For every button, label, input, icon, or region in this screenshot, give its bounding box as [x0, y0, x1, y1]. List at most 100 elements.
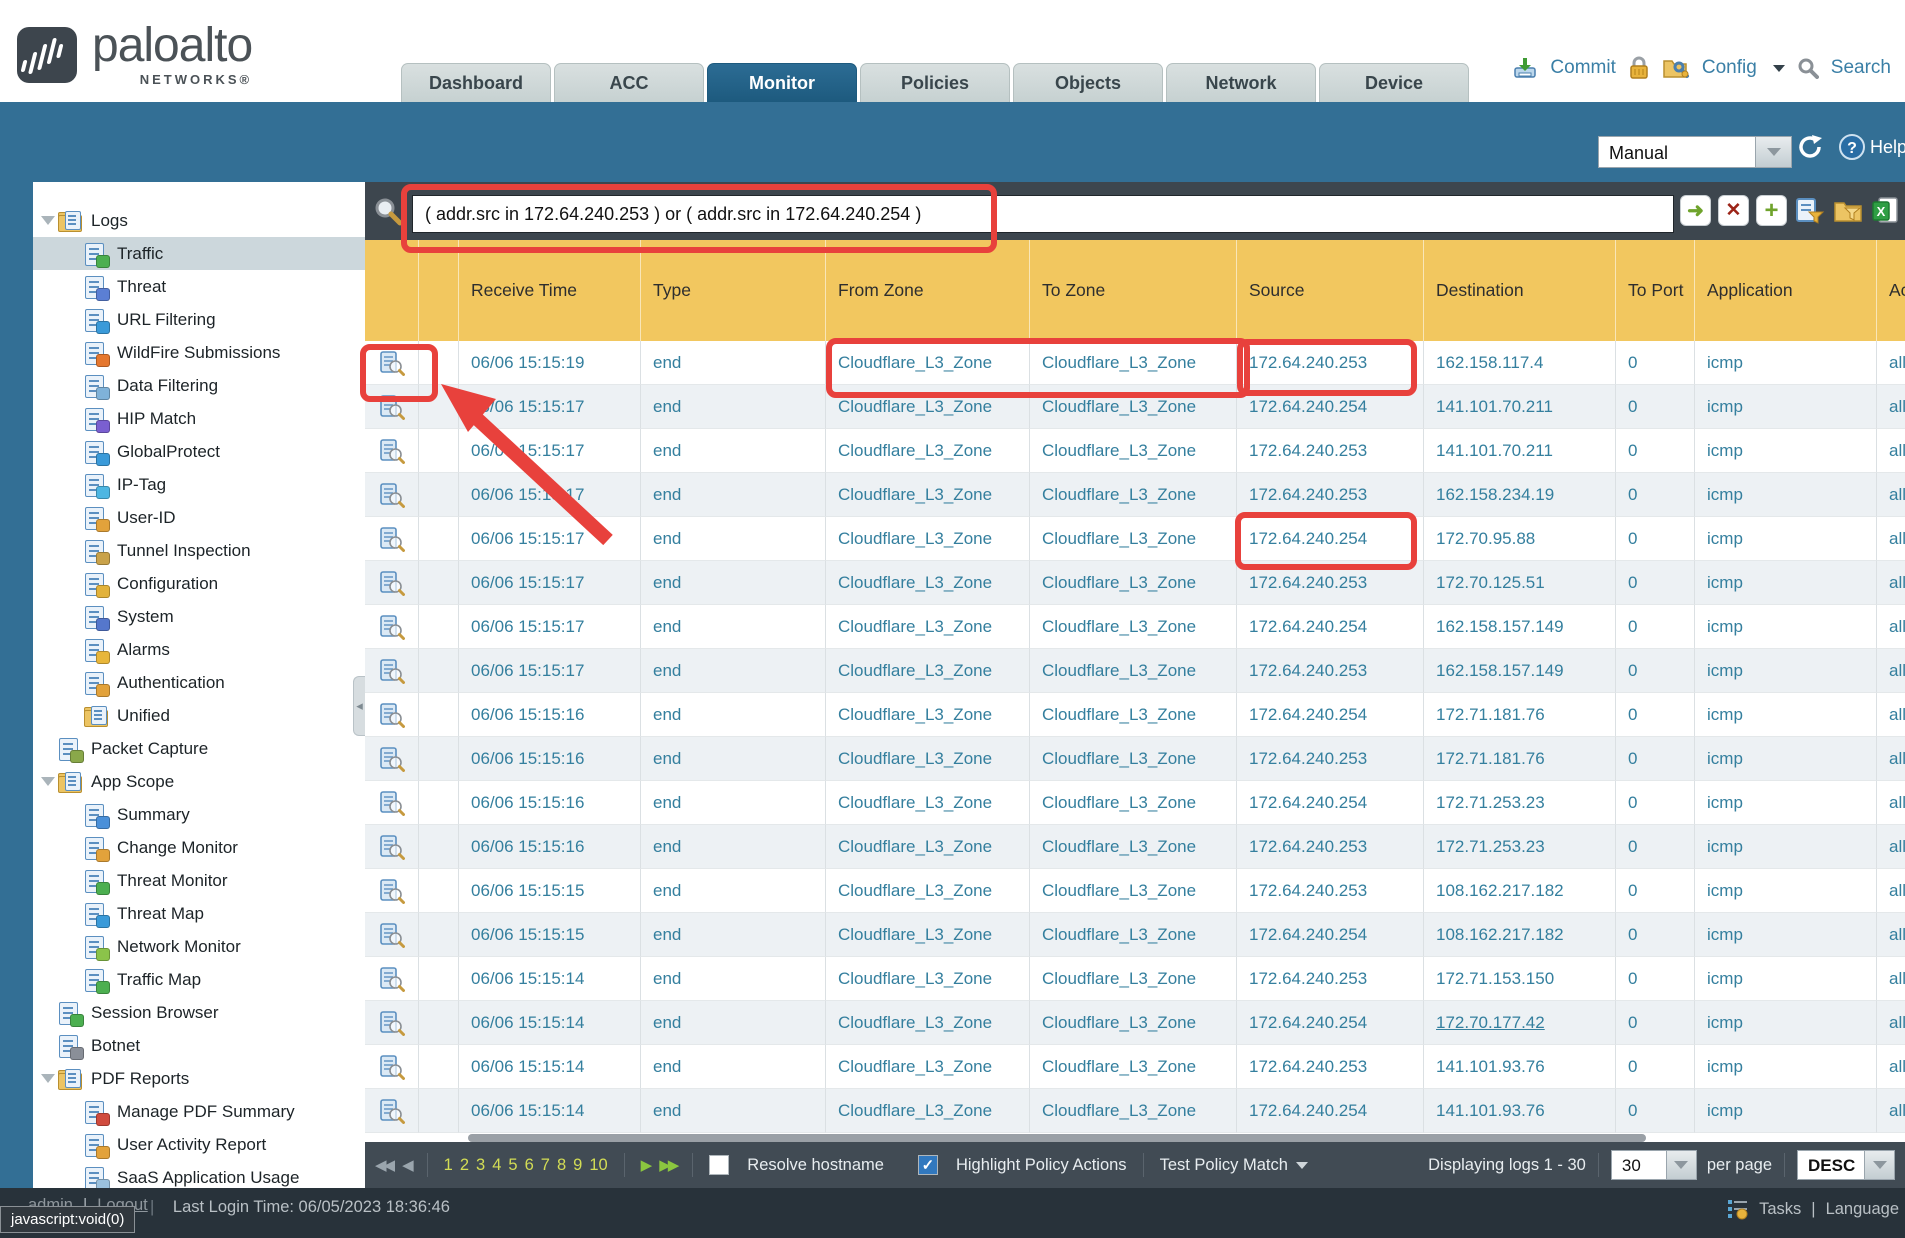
log-row[interactable]: 06/06 15:15:17endCloudflare_L3_ZoneCloud… [365, 517, 1905, 561]
sort-order-caret[interactable] [1865, 1150, 1895, 1180]
last-page-button[interactable]: ▶▶ [659, 1156, 676, 1174]
sidebar-item-ip-tag[interactable]: IP-Tag [33, 468, 365, 501]
tab-device[interactable]: Device [1319, 63, 1469, 102]
log-detail-icon[interactable] [365, 473, 419, 517]
column-header-action[interactable]: Action [1877, 240, 1905, 341]
expander-icon[interactable] [39, 216, 57, 225]
sidebar-item-traffic[interactable]: Traffic [33, 237, 365, 270]
sidebar-item-threat[interactable]: Threat [33, 270, 365, 303]
highlight-policy-actions-checkbox[interactable]: ✓ [918, 1155, 938, 1175]
per-page-caret[interactable] [1667, 1150, 1697, 1180]
sidebar-item-botnet[interactable]: Botnet [33, 1029, 365, 1062]
tab-objects[interactable]: Objects [1013, 63, 1163, 102]
sort-order-select[interactable]: DESC [1797, 1150, 1895, 1180]
filter-query-input[interactable]: ( addr.src in 172.64.240.253 ) or ( addr… [412, 195, 1674, 233]
sidebar-item-globalprotect[interactable]: GlobalProtect [33, 435, 365, 468]
log-detail-icon[interactable] [365, 605, 419, 649]
sidebar-item-hip-match[interactable]: HIP Match [33, 402, 365, 435]
export-to-csv-icon[interactable]: X [1870, 195, 1901, 226]
page-number-9[interactable]: 9 [573, 1156, 582, 1175]
lock-icon[interactable] [1628, 56, 1650, 80]
refresh-interval-value[interactable]: Manual [1598, 136, 1756, 168]
config-icon[interactable] [1662, 56, 1690, 80]
column-header-type[interactable]: Type [641, 240, 826, 341]
sidebar-item-unified[interactable]: Unified [33, 699, 365, 732]
sidebar-item-change-monitor[interactable]: Change Monitor [33, 831, 365, 864]
log-row[interactable]: 06/06 15:15:14endCloudflare_L3_ZoneCloud… [365, 1045, 1905, 1089]
tab-monitor[interactable]: Monitor [707, 63, 857, 102]
log-row[interactable]: 06/06 15:15:16endCloudflare_L3_ZoneCloud… [365, 737, 1905, 781]
log-row[interactable]: 06/06 15:15:19endCloudflare_L3_ZoneCloud… [365, 341, 1905, 385]
log-row[interactable]: 06/06 15:15:16endCloudflare_L3_ZoneCloud… [365, 825, 1905, 869]
sidebar-item-user-activity-report[interactable]: User Activity Report [33, 1128, 365, 1161]
log-detail-icon[interactable] [365, 781, 419, 825]
sidebar-item-url-filtering[interactable]: URL Filtering [33, 303, 365, 336]
refresh-interval-caret[interactable] [1756, 136, 1792, 168]
sidebar-item-logs[interactable]: Logs [33, 204, 365, 237]
log-row[interactable]: 06/06 15:15:16endCloudflare_L3_ZoneCloud… [365, 781, 1905, 825]
clear-filter-icon[interactable]: ✕ [1718, 195, 1749, 226]
column-header-destination[interactable]: Destination [1424, 240, 1616, 341]
log-detail-icon[interactable] [365, 737, 419, 781]
log-row[interactable]: 06/06 15:15:17endCloudflare_L3_ZoneCloud… [365, 385, 1905, 429]
log-row[interactable]: 06/06 15:15:14endCloudflare_L3_ZoneCloud… [365, 1001, 1905, 1045]
load-filter-icon[interactable] [1832, 195, 1863, 226]
column-header-to-zone[interactable]: To Zone [1030, 240, 1237, 341]
log-detail-icon[interactable] [365, 649, 419, 693]
resolve-hostname-checkbox[interactable] [709, 1155, 729, 1175]
page-number-5[interactable]: 5 [508, 1156, 517, 1175]
sidebar-item-packet-capture[interactable]: Packet Capture [33, 732, 365, 765]
sidebar-item-system[interactable]: System [33, 600, 365, 633]
commit-button[interactable]: Commit [1550, 57, 1615, 79]
log-row[interactable]: 06/06 15:15:17endCloudflare_L3_ZoneCloud… [365, 605, 1905, 649]
first-page-button[interactable]: ◀◀ [375, 1156, 392, 1174]
tab-acc[interactable]: ACC [554, 63, 704, 102]
sidebar-item-manage-pdf-summary[interactable]: Manage PDF Summary [33, 1095, 365, 1128]
log-detail-icon[interactable] [365, 429, 419, 473]
log-row[interactable]: 06/06 15:15:16endCloudflare_L3_ZoneCloud… [365, 693, 1905, 737]
page-number-8[interactable]: 8 [557, 1156, 566, 1175]
log-row[interactable]: 06/06 15:15:15endCloudflare_L3_ZoneCloud… [365, 869, 1905, 913]
column-header-receive-time[interactable]: Receive Time [459, 240, 641, 341]
cell-destination[interactable]: 172.70.177.42 [1424, 1001, 1616, 1045]
column-header-source[interactable]: Source [1237, 240, 1424, 341]
page-number-2[interactable]: 2 [460, 1156, 469, 1175]
sidebar-item-saas-application-usage[interactable]: SaaS Application Usage [33, 1161, 365, 1188]
sidebar-item-user-id[interactable]: User-ID [33, 501, 365, 534]
horizontal-scrollbar[interactable] [468, 1134, 1646, 1142]
log-row[interactable]: 06/06 15:15:17endCloudflare_L3_ZoneCloud… [365, 649, 1905, 693]
log-detail-icon[interactable] [365, 385, 419, 429]
sidebar-item-summary[interactable]: Summary [33, 798, 365, 831]
refresh-icon[interactable] [1795, 132, 1825, 162]
log-row[interactable]: 06/06 15:15:14endCloudflare_L3_ZoneCloud… [365, 1089, 1905, 1133]
sidebar-item-network-monitor[interactable]: Network Monitor [33, 930, 365, 963]
config-menu[interactable]: Config [1702, 57, 1757, 79]
log-detail-icon[interactable] [365, 517, 419, 561]
sort-order-value[interactable]: DESC [1797, 1150, 1865, 1180]
commit-icon[interactable] [1512, 56, 1538, 80]
next-page-button[interactable]: ▶ [641, 1156, 650, 1174]
search-button[interactable]: Search [1831, 57, 1891, 79]
log-detail-icon[interactable] [365, 825, 419, 869]
config-caret-icon[interactable] [1773, 65, 1785, 72]
tasks-icon[interactable] [1727, 1198, 1749, 1220]
tab-network[interactable]: Network [1166, 63, 1316, 102]
filter-builder-icon[interactable] [1794, 195, 1825, 226]
sidebar-item-session-browser[interactable]: Session Browser [33, 996, 365, 1029]
column-header-from-zone[interactable]: From Zone [826, 240, 1030, 341]
log-row[interactable]: 06/06 15:15:14endCloudflare_L3_ZoneCloud… [365, 957, 1905, 1001]
sidebar-item-app-scope[interactable]: App Scope [33, 765, 365, 798]
prev-page-button[interactable]: ◀ [402, 1156, 411, 1174]
log-row[interactable]: 06/06 15:15:17endCloudflare_L3_ZoneCloud… [365, 473, 1905, 517]
log-detail-icon[interactable] [365, 561, 419, 605]
log-detail-icon[interactable] [365, 913, 419, 957]
page-number-3[interactable]: 3 [476, 1156, 485, 1175]
per-page-select[interactable]: 30 [1611, 1150, 1697, 1180]
column-header-application[interactable]: Application [1695, 240, 1877, 341]
sidebar-item-tunnel-inspection[interactable]: Tunnel Inspection [33, 534, 365, 567]
page-number-1[interactable]: 1 [444, 1156, 453, 1175]
page-number-7[interactable]: 7 [541, 1156, 550, 1175]
sidebar-item-traffic-map[interactable]: Traffic Map [33, 963, 365, 996]
language-link[interactable]: Language [1826, 1200, 1899, 1219]
tab-policies[interactable]: Policies [860, 63, 1010, 102]
